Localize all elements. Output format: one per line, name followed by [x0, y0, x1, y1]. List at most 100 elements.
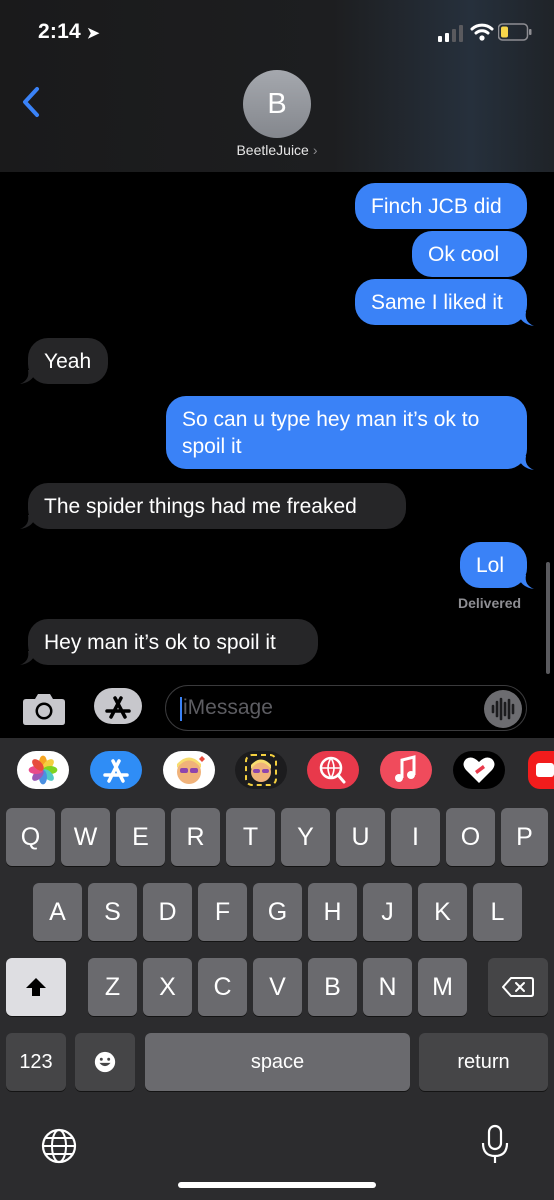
avatar-initial: B [267, 87, 287, 120]
app-store-button[interactable] [94, 688, 142, 724]
key-h[interactable]: H [308, 883, 357, 941]
key-p[interactable]: P [501, 808, 548, 866]
message-text: Same I liked it [371, 291, 503, 314]
incoming-message[interactable]: Yeah [28, 338, 108, 384]
digital-touch-icon[interactable] [453, 751, 505, 789]
memoji-face-icon [177, 756, 205, 784]
key-label: M [432, 972, 453, 1001]
music-note-icon [395, 755, 416, 782]
key-j[interactable]: J [363, 883, 412, 941]
incoming-message[interactable]: The spider things had me freaked [28, 483, 406, 529]
key-o[interactable]: O [446, 808, 495, 866]
audio-message-button[interactable] [484, 690, 522, 728]
key-label: K [434, 897, 451, 926]
backspace-icon [502, 977, 534, 997]
scroll-indicator[interactable] [546, 562, 550, 674]
battery-icon [498, 23, 532, 41]
key-u[interactable]: U [336, 808, 385, 866]
music-app-icon[interactable] [380, 751, 432, 789]
key-c[interactable]: C [198, 958, 247, 1016]
key-s[interactable]: S [88, 883, 137, 941]
message-text: Lol [476, 554, 505, 577]
key-g[interactable]: G [253, 883, 302, 941]
key-label: O [460, 822, 481, 851]
key-q[interactable]: Q [6, 808, 55, 866]
key-m[interactable]: M [418, 958, 467, 1016]
shift-key[interactable] [6, 958, 66, 1016]
app-store-app-icon[interactable] [90, 751, 142, 789]
app-store-icon [105, 696, 131, 719]
key-label: B [324, 972, 341, 1001]
key-r[interactable]: R [171, 808, 220, 866]
space-key[interactable]: space [145, 1033, 410, 1091]
key-f[interactable]: F [198, 883, 247, 941]
key-t[interactable]: T [226, 808, 275, 866]
key-k[interactable]: K [418, 883, 467, 941]
key-a[interactable]: A [33, 883, 82, 941]
key-label: W [73, 822, 98, 851]
message-input-placeholder: iMessage [183, 696, 273, 719]
delete-key[interactable] [488, 958, 548, 1016]
shift-arrow-icon [26, 978, 46, 996]
key-label: U [351, 822, 370, 851]
key-n[interactable]: N [363, 958, 412, 1016]
outgoing-message[interactable]: Same I liked it [355, 279, 527, 325]
contact-name-button[interactable]: BeetleJuice › [0, 142, 554, 158]
message-text: So can u type hey man it’s ok to [182, 408, 480, 431]
memoji-stickers-icon[interactable] [235, 751, 287, 789]
key-l[interactable]: L [473, 883, 522, 941]
message-text: Ok cool [428, 243, 500, 266]
contact-name: BeetleJuice [236, 142, 309, 158]
outgoing-message[interactable]: So can u type hey man it’s ok to spoil it [166, 396, 527, 469]
web-images-search-icon[interactable] [307, 751, 359, 789]
message-text: Finch JCB did [371, 195, 502, 218]
return-key[interactable]: return [419, 1033, 548, 1091]
key-x[interactable]: X [143, 958, 192, 1016]
home-indicator[interactable] [178, 1182, 376, 1188]
youtube-icon[interactable] [528, 751, 554, 789]
memoji-icon[interactable] [163, 751, 215, 789]
key-b[interactable]: B [308, 958, 357, 1016]
key-label: R [186, 822, 205, 851]
bubble-tail [518, 575, 534, 589]
bubble-tail [518, 312, 534, 326]
message-text: Hey man it’s ok to spoil it [44, 631, 276, 654]
key-label: P [516, 822, 533, 851]
status-time: 2:14 ➤ [38, 20, 100, 43]
photos-app-icon[interactable] [17, 751, 69, 789]
text-cursor [180, 697, 182, 721]
key-i[interactable]: I [391, 808, 440, 866]
key-label: I [412, 822, 419, 851]
key-label: J [381, 897, 394, 926]
numbers-key[interactable]: 123 [6, 1033, 66, 1091]
outgoing-message[interactable]: Ok cool [412, 231, 527, 277]
outgoing-message[interactable]: Finch JCB did [355, 183, 527, 229]
key-label: return [457, 1050, 510, 1073]
emoji-key[interactable] [75, 1033, 135, 1091]
memoji-sticker-face-icon [245, 754, 277, 786]
key-label: D [158, 897, 177, 926]
outgoing-message[interactable]: Lol [460, 542, 527, 588]
contact-avatar[interactable]: B [243, 70, 311, 138]
location-arrow-icon: ➤ [86, 25, 100, 42]
key-w[interactable]: W [61, 808, 110, 866]
bubble-tail [20, 651, 36, 665]
key-z[interactable]: Z [88, 958, 137, 1016]
microphone-icon[interactable] [480, 1124, 510, 1166]
globe-icon[interactable] [40, 1127, 78, 1165]
key-label: S [104, 897, 121, 926]
key-d[interactable]: D [143, 883, 192, 941]
photos-flower-icon [28, 755, 58, 785]
message-text: spoil it [182, 435, 242, 458]
waveform-icon [491, 697, 515, 721]
incoming-message[interactable]: Hey man it’s ok to spoil it [28, 619, 318, 665]
key-y[interactable]: Y [281, 808, 330, 866]
key-v[interactable]: V [253, 958, 302, 1016]
message-text: The spider things had me freaked [44, 495, 357, 518]
key-label: N [378, 972, 397, 1001]
camera-icon[interactable] [22, 690, 66, 726]
emoji-smiley-icon [94, 1051, 116, 1073]
key-e[interactable]: E [116, 808, 165, 866]
message-text: Yeah [44, 350, 92, 373]
back-chevron-icon[interactable] [20, 86, 42, 118]
